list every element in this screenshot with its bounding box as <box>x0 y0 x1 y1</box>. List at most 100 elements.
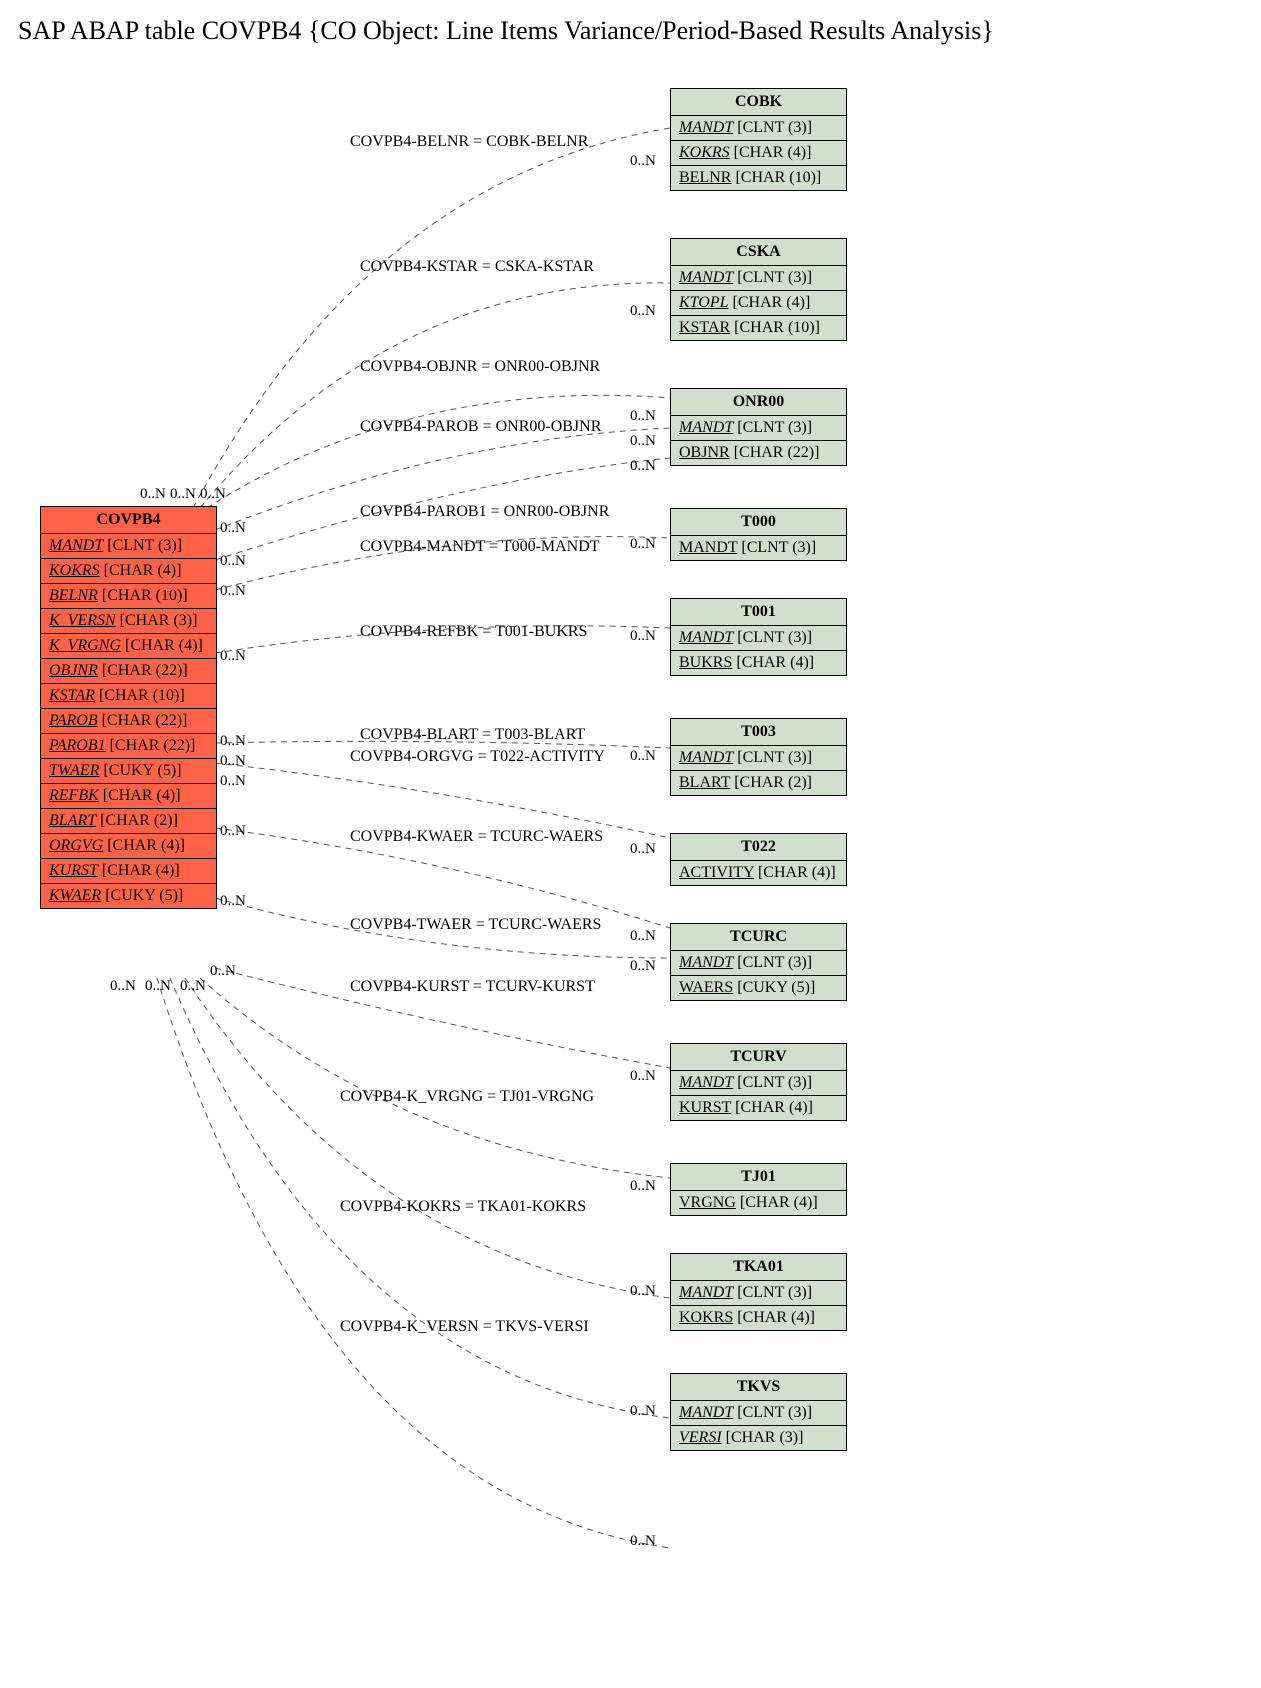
cardinality: 0..N <box>630 748 656 765</box>
entity-header: ONR00 <box>671 389 846 416</box>
rel-label: COVPB4-KSTAR = CSKA-KSTAR <box>360 258 594 276</box>
entity-header: TCURV <box>671 1044 846 1071</box>
rel-label: COVPB4-TWAER = TCURC-WAERS <box>350 916 601 934</box>
entity-field: VRGNG [CHAR (4)] <box>671 1191 846 1215</box>
page-title: SAP ABAP table COVPB4 {CO Object: Line I… <box>18 16 1261 46</box>
cardinality: 0..N <box>220 733 246 750</box>
entity-field: MANDT [CLNT (3)] <box>671 116 846 141</box>
entity-field: WAERS [CUKY (5)] <box>671 976 846 1000</box>
entity-field: MANDT [CLNT (3)] <box>671 1071 846 1096</box>
entity-field: PAROB [CHAR (22)] <box>41 709 216 734</box>
entity-header: T022 <box>671 834 846 861</box>
entity-tj01: TJ01VRGNG [CHAR (4)] <box>670 1163 847 1216</box>
entity-field: BLART [CHAR (2)] <box>671 771 846 795</box>
entity-header: TKVS <box>671 1374 846 1401</box>
cardinality: 0..N <box>630 408 656 425</box>
rel-label: COVPB4-KURST = TCURV-KURST <box>350 978 595 996</box>
cardinality: 0..N <box>630 841 656 858</box>
cardinality: 0..N <box>630 303 656 320</box>
entity-header: T000 <box>671 509 846 536</box>
cardinality: 0..N <box>630 928 656 945</box>
entity-field: MANDT [CLNT (3)] <box>671 1401 846 1426</box>
entity-field: REFBK [CHAR (4)] <box>41 784 216 809</box>
cardinality: 0..N <box>630 536 656 553</box>
entity-field: KURST [CHAR (4)] <box>671 1096 846 1120</box>
cardinality: 0..N <box>220 893 246 910</box>
cardinality: 0..N <box>210 963 236 980</box>
entity-field: MANDT [CLNT (3)] <box>671 951 846 976</box>
rel-label: COVPB4-REFBK = T001-BUKRS <box>360 623 587 641</box>
cardinality: 0..N <box>630 1283 656 1300</box>
rel-label: COVPB4-K_VRGNG = TJ01-VRGNG <box>340 1088 594 1106</box>
entity-field: TWAER [CUKY (5)] <box>41 759 216 784</box>
entity-onr00: ONR00MANDT [CLNT (3)]OBJNR [CHAR (22)] <box>670 388 847 466</box>
rel-label: COVPB4-BLART = T003-BLART <box>360 726 585 744</box>
cardinality: 0..N <box>200 486 226 503</box>
cardinality: 0..N <box>145 978 171 995</box>
entity-field: MANDT [CLNT (3)] <box>41 534 216 559</box>
rel-label: COVPB4-MANDT = T000-MANDT <box>360 538 600 556</box>
entity-header: COVPB4 <box>41 507 216 534</box>
entity-field: K_VERSN [CHAR (3)] <box>41 609 216 634</box>
cardinality: 0..N <box>170 486 196 503</box>
cardinality: 0..N <box>220 773 246 790</box>
cardinality: 0..N <box>220 520 246 537</box>
entity-field: KOKRS [CHAR (4)] <box>671 1306 846 1330</box>
er-diagram: COVPB4 MANDT [CLNT (3)]KOKRS [CHAR (4)]B… <box>10 58 1250 1678</box>
entity-field: BELNR [CHAR (10)] <box>41 584 216 609</box>
entity-field: PAROB1 [CHAR (22)] <box>41 734 216 759</box>
rel-label: COVPB4-KOKRS = TKA01-KOKRS <box>340 1198 586 1216</box>
cardinality: 0..N <box>630 1533 656 1550</box>
cardinality: 0..N <box>630 153 656 170</box>
entity-header: TCURC <box>671 924 846 951</box>
entity-header: T003 <box>671 719 846 746</box>
entity-cska: CSKAMANDT [CLNT (3)]KTOPL [CHAR (4)]KSTA… <box>670 238 847 341</box>
rel-label: COVPB4-PAROB1 = ONR00-OBJNR <box>360 503 609 521</box>
entity-covpb4: COVPB4 MANDT [CLNT (3)]KOKRS [CHAR (4)]B… <box>40 506 217 909</box>
cardinality: 0..N <box>630 1178 656 1195</box>
cardinality: 0..N <box>220 648 246 665</box>
entity-t003: T003MANDT [CLNT (3)]BLART [CHAR (2)] <box>670 718 847 796</box>
entity-header: T001 <box>671 599 846 626</box>
rel-label: COVPB4-ORGVG = T022-ACTIVITY <box>350 748 605 766</box>
entity-cobk: COBKMANDT [CLNT (3)]KOKRS [CHAR (4)]BELN… <box>670 88 847 191</box>
entity-field: KTOPL [CHAR (4)] <box>671 291 846 316</box>
entity-tkvs: TKVSMANDT [CLNT (3)]VERSI [CHAR (3)] <box>670 1373 847 1451</box>
entity-field: KSTAR [CHAR (10)] <box>671 316 846 340</box>
cardinality: 0..N <box>220 823 246 840</box>
cardinality: 0..N <box>180 978 206 995</box>
entity-field: BELNR [CHAR (10)] <box>671 166 846 190</box>
entity-field: MANDT [CLNT (3)] <box>671 746 846 771</box>
cardinality: 0..N <box>220 553 246 570</box>
cardinality: 0..N <box>140 486 166 503</box>
cardinality: 0..N <box>630 433 656 450</box>
entity-field: K_VRGNG [CHAR (4)] <box>41 634 216 659</box>
entity-tka01: TKA01MANDT [CLNT (3)]KOKRS [CHAR (4)] <box>670 1253 847 1331</box>
cardinality: 0..N <box>220 583 246 600</box>
entity-field: KOKRS [CHAR (4)] <box>671 141 846 166</box>
rel-label: COVPB4-K_VERSN = TKVS-VERSI <box>340 1318 589 1336</box>
entity-header: CSKA <box>671 239 846 266</box>
cardinality: 0..N <box>630 1068 656 1085</box>
rel-label: COVPB4-KWAER = TCURC-WAERS <box>350 828 603 846</box>
cardinality: 0..N <box>630 628 656 645</box>
cardinality: 0..N <box>630 458 656 475</box>
entity-field: ORGVG [CHAR (4)] <box>41 834 216 859</box>
entity-field: BUKRS [CHAR (4)] <box>671 651 846 675</box>
entity-field: MANDT [CLNT (3)] <box>671 416 846 441</box>
entity-field: KURST [CHAR (4)] <box>41 859 216 884</box>
entity-tcurv: TCURVMANDT [CLNT (3)]KURST [CHAR (4)] <box>670 1043 847 1121</box>
rel-label: COVPB4-BELNR = COBK-BELNR <box>350 133 588 151</box>
entity-field: OBJNR [CHAR (22)] <box>671 441 846 465</box>
entity-field: ACTIVITY [CHAR (4)] <box>671 861 846 885</box>
cardinality: 0..N <box>220 753 246 770</box>
entity-header: COBK <box>671 89 846 116</box>
entity-field: BLART [CHAR (2)] <box>41 809 216 834</box>
rel-label: COVPB4-OBJNR = ONR00-OBJNR <box>360 358 600 376</box>
entity-field: KSTAR [CHAR (10)] <box>41 684 216 709</box>
rel-label: COVPB4-PAROB = ONR00-OBJNR <box>360 418 601 436</box>
entity-field: KWAER [CUKY (5)] <box>41 884 216 908</box>
entity-t000: T000MANDT [CLNT (3)] <box>670 508 847 561</box>
cardinality: 0..N <box>110 978 136 995</box>
entity-field: MANDT [CLNT (3)] <box>671 266 846 291</box>
